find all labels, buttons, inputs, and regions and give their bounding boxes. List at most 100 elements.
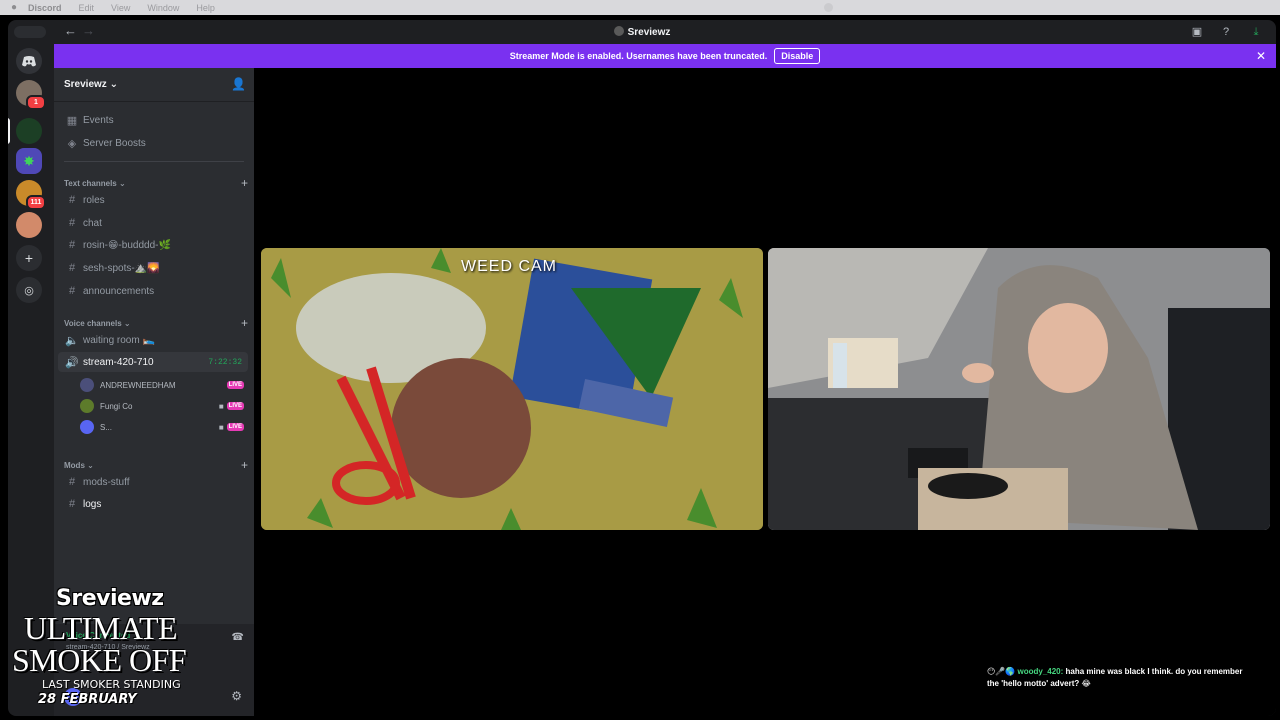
inbox-icon[interactable]: ▣	[1190, 25, 1204, 39]
boost-icon: ◈	[67, 137, 77, 150]
sidebar-item-server-boosts[interactable]: ◈ Server Boosts	[58, 133, 248, 153]
overlay-date: 28 FEBRUARY	[38, 692, 137, 707]
close-banner-icon[interactable]: ✕	[1256, 49, 1266, 63]
hash-icon: #	[68, 239, 76, 251]
help-icon[interactable]: ?	[1219, 25, 1233, 39]
window-title: Sreviewz	[8, 26, 1276, 38]
member-name: S...	[100, 422, 113, 432]
sidebar-item-events[interactable]: ▦ Events	[58, 110, 248, 130]
avatar	[80, 399, 94, 413]
channel-mods-stuff[interactable]: # mods-stuff	[58, 472, 248, 492]
create-channel-icon[interactable]: +	[241, 316, 248, 330]
add-server-icon[interactable]: +	[16, 245, 42, 271]
video-tile-weed-cam[interactable]: WEED CAM	[261, 248, 763, 530]
server-avatar-4[interactable]	[16, 212, 42, 238]
apple-icon[interactable]: ●	[0, 2, 28, 13]
menu-view[interactable]: View	[111, 3, 130, 13]
webcam-feed	[768, 248, 1270, 530]
server-avatar-3[interactable]: 111	[16, 180, 46, 210]
overlay-title-line2: SMOKE OFF	[12, 642, 187, 678]
chat-overlay-message: 😶🎤🌎 woody_420: haha mine was black I thi…	[987, 666, 1247, 690]
invite-people-icon[interactable]: 👤	[231, 77, 246, 91]
menu-help[interactable]: Help	[196, 3, 215, 13]
channel-logs[interactable]: # logs	[58, 494, 248, 514]
live-badge: LIVE	[226, 423, 244, 431]
camera-icon: ■	[218, 401, 224, 411]
server-sreviewz-icon[interactable]	[16, 118, 42, 144]
discord-window: ← → Sreviewz ▣ ? ⤓ 1 ✸ 111 + ◎ Streamer …	[8, 20, 1276, 716]
discover-compass-icon[interactable]: ◎	[16, 277, 42, 303]
server-leaf-icon[interactable]: ✸	[16, 148, 42, 174]
channel-rosin[interactable]: # rosin-😁-budddd-🌿	[58, 235, 248, 255]
category-label: Mods ⌄	[64, 460, 94, 470]
channel-label: chat	[83, 217, 102, 229]
category-text-channels[interactable]: Text channels ⌄ +	[64, 176, 248, 190]
discord-home-icon[interactable]	[16, 48, 42, 74]
member-name: Fungi Co	[100, 401, 133, 411]
calendar-icon: ▦	[66, 114, 78, 127]
server-icon-small	[613, 26, 624, 36]
overlay-streamer-name: Sreviewz	[56, 586, 164, 611]
notification-badge: 111	[26, 195, 46, 210]
chat-badges: 😶🎤🌎	[987, 667, 1016, 676]
divider	[64, 161, 244, 162]
channel-label: roles	[83, 194, 105, 206]
live-badge: LIVE	[226, 381, 244, 389]
channel-chat[interactable]: # chat	[58, 213, 248, 233]
voice-channel-waiting-room[interactable]: 🔈 waiting room 🛌	[58, 330, 248, 350]
speaker-icon: 🔈	[65, 334, 79, 347]
channel-label: waiting room 🛌	[83, 334, 155, 346]
weed-cam-label: WEED CAM	[461, 258, 557, 275]
server-avatar-1[interactable]: 1	[16, 80, 46, 110]
voice-member[interactable]: ANDREWNEEDHAM LIVE	[80, 375, 248, 395]
create-channel-icon[interactable]: +	[241, 458, 248, 472]
create-channel-icon[interactable]: +	[241, 176, 248, 190]
channel-label: announcements	[83, 285, 155, 297]
channel-label: rosin-😁-budddd-🌿	[83, 239, 171, 251]
stream-title-overlay: Sreviewz ULTIMATE SMOKE OFF LAST SMOKER …	[12, 586, 242, 712]
menu-app-discord[interactable]: Discord	[28, 3, 62, 13]
menu-window[interactable]: Window	[147, 3, 179, 13]
server-header[interactable]: Sreviewz ⌄ 👤	[54, 68, 254, 102]
menu-edit[interactable]: Edit	[79, 3, 95, 13]
menubar-status-icon	[824, 3, 833, 12]
hash-icon: #	[68, 217, 76, 229]
voice-member[interactable]: S... ■ LIVE	[80, 417, 248, 437]
hash-icon: #	[68, 285, 76, 297]
voice-channel-stream[interactable]: 🔊 stream-420-710 7:22:32	[58, 352, 248, 372]
sidebar-item-label: Events	[83, 114, 114, 126]
speaker-icon: 🔊	[65, 356, 79, 369]
avatar	[80, 420, 94, 434]
title-bar: ← → Sreviewz ▣ ? ⤓	[8, 20, 1276, 44]
disable-streamer-mode-button[interactable]: Disable	[774, 48, 821, 64]
streamer-mode-message: Streamer Mode is enabled. Usernames have…	[509, 51, 768, 61]
channel-label: logs	[83, 498, 102, 510]
voice-member[interactable]: Fungi Co ■ LIVE	[80, 396, 248, 416]
channel-announcements[interactable]: # announcements	[58, 281, 248, 301]
video-tile-webcam[interactable]	[768, 248, 1270, 530]
selected-server-indicator	[8, 118, 10, 144]
member-name: ANDREWNEEDHAM	[100, 380, 176, 390]
macos-menu-bar: ● Discord Edit View Window Help	[0, 0, 1280, 15]
avatar	[80, 378, 94, 392]
camera-icon: ■	[218, 422, 224, 432]
stream-stage: WEED CAM	[254, 68, 1276, 716]
category-label: Text channels ⌄	[64, 178, 126, 188]
voice-timer: 7:22:32	[208, 357, 242, 367]
hash-icon: #	[68, 262, 76, 274]
overlay-tagline: LAST SMOKER STANDING	[42, 678, 181, 691]
sidebar-item-label: Server Boosts	[83, 137, 146, 149]
server-name[interactable]: Sreviewz ⌄	[64, 79, 118, 90]
channel-roles[interactable]: # roles	[58, 190, 248, 210]
category-mods[interactable]: Mods ⌄ +	[64, 458, 248, 472]
category-label: Voice channels ⌄	[64, 318, 131, 328]
live-badge: LIVE	[226, 402, 244, 410]
hash-icon: #	[68, 476, 76, 488]
category-voice-channels[interactable]: Voice channels ⌄ +	[64, 316, 248, 330]
download-icon[interactable]: ⤓	[1249, 25, 1263, 39]
channel-label: mods-stuff	[83, 476, 130, 488]
channel-label: stream-420-710	[83, 356, 154, 368]
weed-cam-feed	[261, 248, 763, 530]
chat-author: woody_420:	[1017, 667, 1064, 676]
channel-sesh-spots[interactable]: # sesh-spots-⛰️🌄	[58, 258, 248, 278]
